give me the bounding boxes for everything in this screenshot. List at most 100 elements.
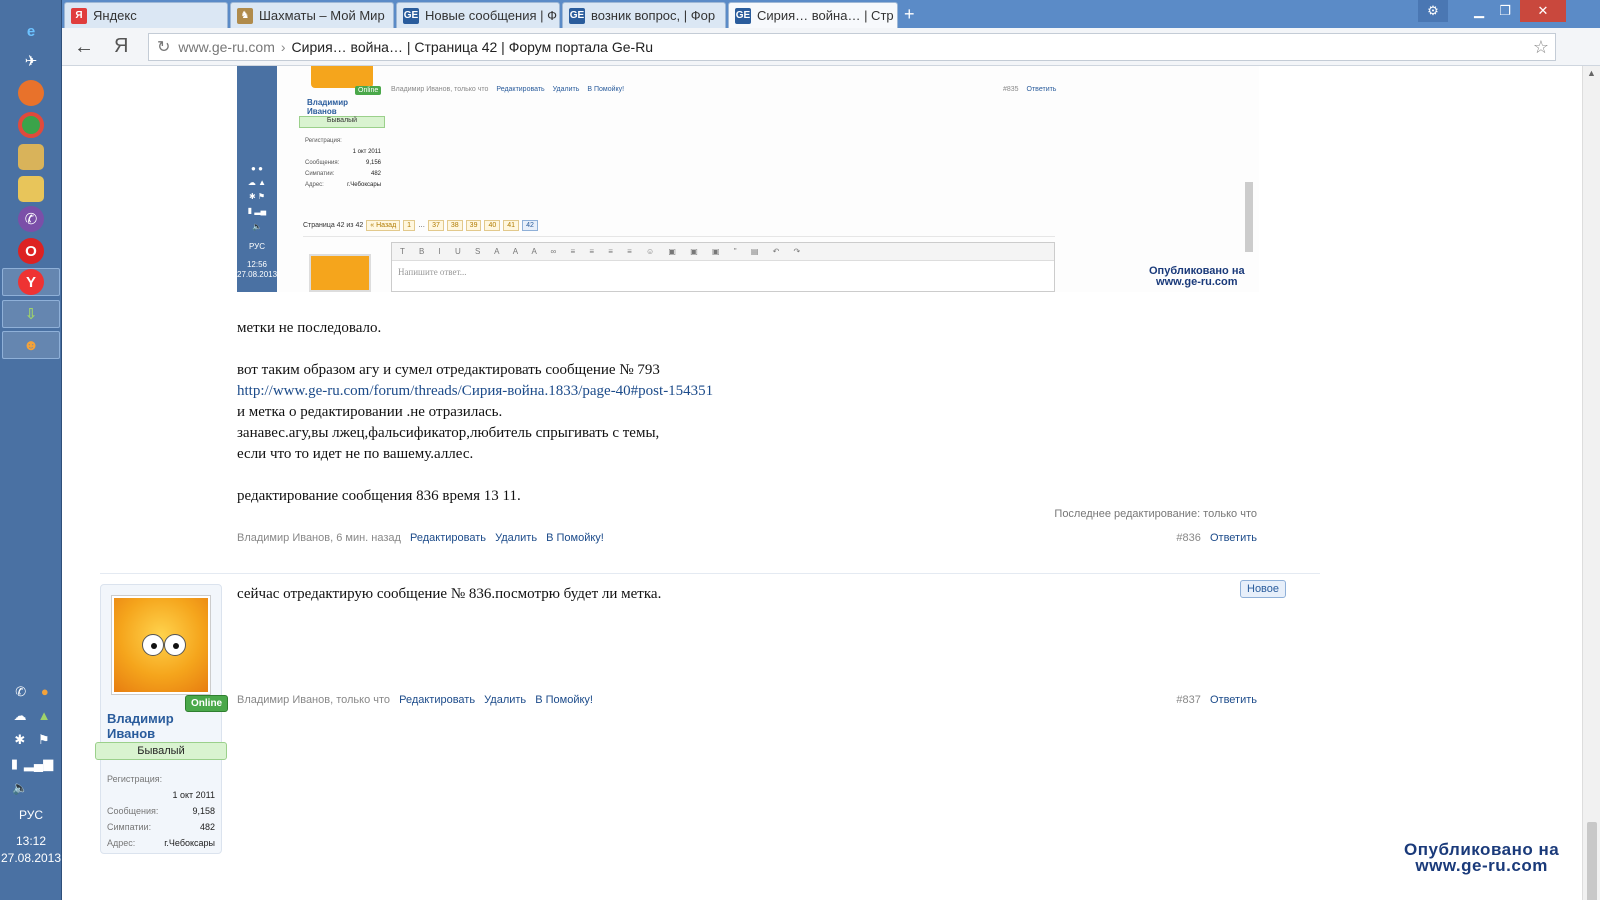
- embedded-tray-icons: ☁ ▲: [247, 178, 267, 187]
- viber-tray-icon[interactable]: ✆: [15, 684, 26, 700]
- post-line: [237, 339, 1267, 360]
- close-tab-icon[interactable]: ✕: [894, 8, 897, 24]
- post-836-body: метки не последовало. вот таким образом …: [237, 318, 1267, 507]
- new-tab-button[interactable]: +: [904, 4, 915, 25]
- app-icon[interactable]: ✈: [18, 48, 44, 74]
- stat-value: 1 окт 2011: [172, 790, 215, 800]
- language-indicator[interactable]: РУС: [0, 808, 62, 822]
- page-scrollbar[interactable]: ▲: [1582, 66, 1600, 900]
- embedded-post-right: #835 Ответить: [1003, 86, 1056, 93]
- username-line: Владимир: [107, 711, 174, 726]
- reply-link[interactable]: Ответить: [1210, 532, 1257, 544]
- edit-link[interactable]: Редактировать: [399, 694, 475, 706]
- chrome-icon[interactable]: [18, 112, 44, 138]
- embedded-user-stats: Регистрация: 1 окт 2011 Сообщения: 9,156 …: [305, 136, 381, 191]
- explorer-icon[interactable]: [18, 176, 44, 202]
- app-tray-icon[interactable]: ●: [41, 684, 49, 700]
- new-post-badge: Новое: [1240, 580, 1287, 598]
- tab-label: Яндекс: [93, 8, 137, 23]
- embedded-pager-prev: « Назад: [366, 220, 401, 231]
- embedded-stat-value: 1 окт 2011: [352, 149, 381, 155]
- stat-value[interactable]: 9,158: [192, 803, 215, 819]
- address-bar[interactable]: ↻ www.ge-ru.com › Сирия… война… | Страни…: [148, 33, 1556, 61]
- embedded-page: 37: [428, 220, 444, 231]
- tab-chess[interactable]: ♞ Шахматы – Мой Мир: [230, 2, 394, 28]
- post-author-time: Владимир Иванов, 6 мин. назад: [237, 532, 401, 544]
- stat-value[interactable]: 482: [200, 819, 215, 835]
- viber-icon[interactable]: ✆: [18, 206, 44, 232]
- signal-icon[interactable]: ▂▄▆: [24, 756, 53, 772]
- embedded-author-time: Владимир Иванов, только что: [391, 86, 489, 93]
- post-line: если что то идет не по вашему.аллес.: [237, 446, 474, 462]
- power-icon[interactable]: ▮: [11, 756, 18, 772]
- embedded-help-link: В Помойку!: [587, 86, 625, 93]
- close-window-icon[interactable]: ✕: [1520, 0, 1566, 22]
- delete-link[interactable]: Удалить: [495, 532, 537, 544]
- clock-date[interactable]: 27.08.2013: [0, 851, 62, 865]
- post-line: редактирование сообщения 836 время 13 11…: [237, 488, 521, 504]
- back-arrow-icon[interactable]: ←: [74, 36, 94, 59]
- volume-icon[interactable]: 🔈: [12, 780, 28, 796]
- tab-label: возник вопрос, | Фор: [591, 8, 716, 23]
- yandex-logo-icon[interactable]: Я: [114, 35, 128, 58]
- last-edited-note: Последнее редактирование: только что: [1054, 508, 1257, 520]
- post-line: занавес.агу,вы лжец,фальсификатор,любите…: [237, 425, 660, 441]
- post-837-actions: #837 Ответить: [1062, 694, 1257, 706]
- embedded-rank: Бывалый: [299, 116, 385, 128]
- post-link[interactable]: http://www.ge-ru.com/forum/threads/Сирия…: [237, 383, 713, 399]
- stat-label: Сообщения:: [107, 806, 159, 816]
- tab-question[interactable]: GE возник вопрос, | Фор: [562, 2, 726, 28]
- embedded-page: 39: [465, 220, 482, 231]
- flag-icon[interactable]: ⚑: [38, 732, 50, 748]
- settings-gear-icon[interactable]: ⚙: [1418, 0, 1448, 22]
- update-icon[interactable]: ▲: [38, 708, 51, 724]
- tab-label: Сирия… война… | Стр: [757, 8, 894, 23]
- scroll-thumb[interactable]: [1587, 822, 1597, 900]
- edit-link[interactable]: Редактировать: [410, 532, 486, 544]
- avatar[interactable]: [111, 595, 211, 695]
- cloud-icon[interactable]: ☁: [14, 708, 27, 724]
- tab-syria-war[interactable]: GE Сирия… война… | Стр ✕: [728, 2, 898, 28]
- maximize-icon[interactable]: ❐: [1490, 0, 1520, 22]
- trash-link[interactable]: В Помойку!: [546, 532, 604, 544]
- firefox-icon[interactable]: [18, 80, 44, 106]
- post-line: и метка о редактировании .не отразилась.: [237, 404, 503, 420]
- embedded-tray-icons: ▮ ▂▄: [247, 206, 267, 215]
- chess-favicon-icon: ♞: [237, 7, 253, 24]
- embedded-tray-icons: ● ●: [251, 164, 263, 173]
- embedded-editor-placeholder: Напишите ответ...: [398, 267, 467, 277]
- clock-time[interactable]: 13:12: [0, 834, 62, 848]
- folder-icon[interactable]: [18, 144, 44, 170]
- username[interactable]: Владимир Иванов: [107, 711, 174, 741]
- bookmark-star-icon[interactable]: ☆: [1533, 37, 1549, 58]
- embedded-pager: Страница 42 из 42 « Назад 1 … 37 38 39 4…: [303, 220, 538, 231]
- embedded-avatar: [311, 66, 373, 88]
- trash-link[interactable]: В Помойку!: [535, 694, 593, 706]
- delete-link[interactable]: Удалить: [484, 694, 526, 706]
- post-836-actions: #836 Ответить: [1062, 532, 1257, 544]
- scroll-up-arrow-icon[interactable]: ▲: [1587, 68, 1596, 78]
- stat-value: г.Чебоксары: [164, 838, 215, 848]
- embedded-reply-link: Ответить: [1026, 86, 1057, 93]
- homer-icon[interactable]: ☻: [18, 332, 44, 358]
- embedded-post-meta: Владимир Иванов, только что Редактироват…: [391, 86, 630, 93]
- embedded-page: 38: [446, 220, 463, 231]
- post-line: вот таким образом агу и сумел отредактир…: [237, 362, 660, 378]
- post-number[interactable]: #837: [1176, 694, 1200, 706]
- stat-label: Симпатии:: [107, 822, 152, 832]
- yandex-favicon-icon: Я: [71, 7, 87, 24]
- opera-icon[interactable]: O: [18, 238, 44, 264]
- reload-icon[interactable]: ↻: [157, 37, 170, 57]
- ge-favicon-icon: GE: [403, 7, 419, 24]
- reply-link[interactable]: Ответить: [1210, 694, 1257, 706]
- tab-new-messages[interactable]: GE Новые сообщения | Ф: [396, 2, 560, 28]
- embedded-post-number: #835: [1003, 86, 1019, 93]
- download-icon[interactable]: ⇩: [18, 301, 44, 327]
- embedded-online-badge: Online: [355, 86, 382, 95]
- yandex-browser-icon[interactable]: Y: [18, 269, 44, 295]
- stat-label: Регистрация:: [107, 774, 163, 784]
- bluetooth-icon[interactable]: ✱: [14, 732, 25, 748]
- post-number[interactable]: #836: [1176, 532, 1200, 544]
- ie-icon[interactable]: e: [18, 18, 44, 44]
- tab-yandex[interactable]: Я Яндекс: [64, 2, 228, 28]
